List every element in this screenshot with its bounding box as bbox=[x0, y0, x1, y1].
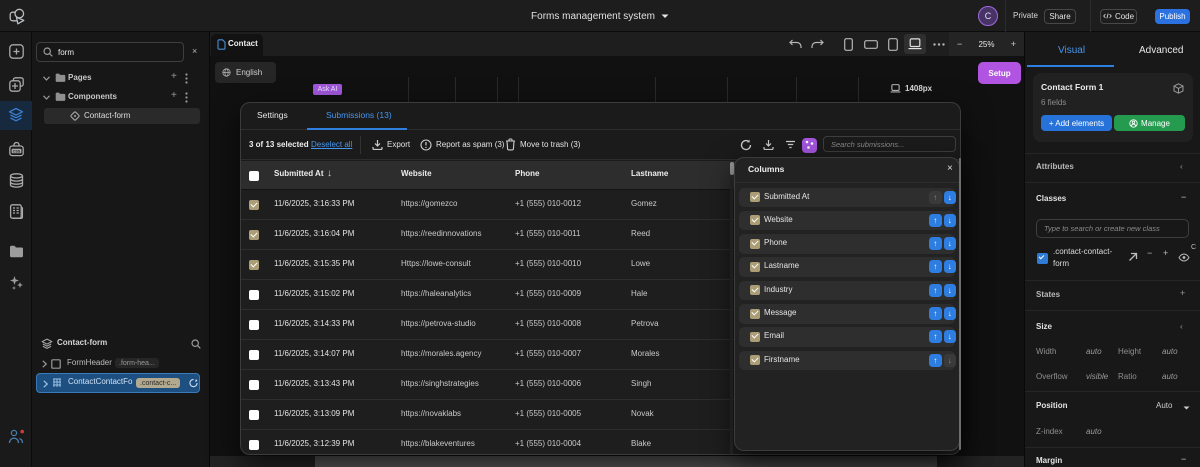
svg-text:CSS: CSS bbox=[13, 149, 21, 153]
